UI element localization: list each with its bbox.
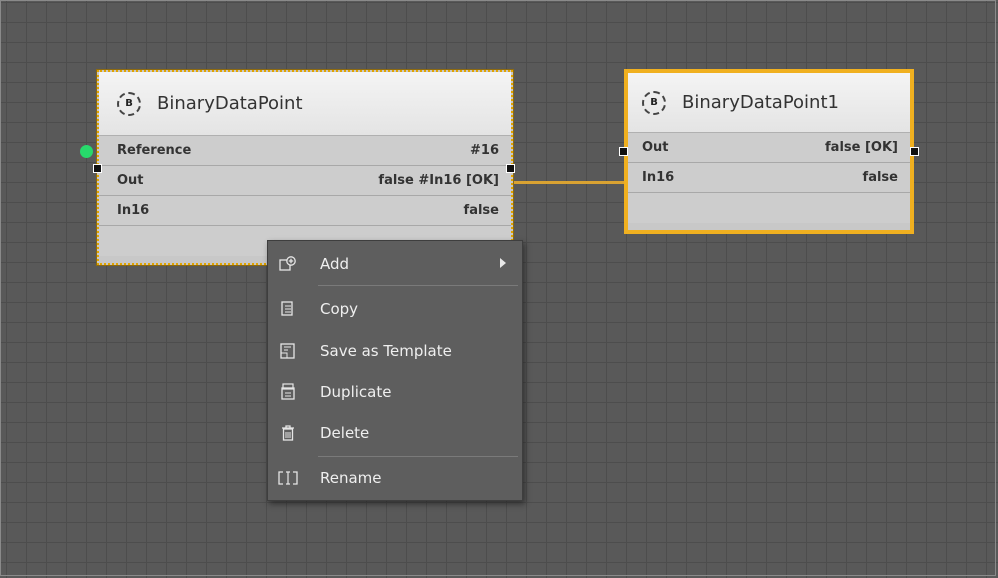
menu-separator <box>318 285 518 286</box>
row-out[interactable]: Out false [OK] <box>628 133 910 163</box>
menu-label: Rename <box>320 469 382 487</box>
menu-label: Duplicate <box>320 383 392 401</box>
row-value: #16 <box>470 143 499 158</box>
row-label: Out <box>642 140 669 155</box>
row-in16[interactable]: In16 false <box>628 163 910 193</box>
row-reference[interactable]: Reference #16 <box>99 136 511 166</box>
row-value: false #In16 [OK] <box>378 173 499 188</box>
node-binarydatapoint1[interactable]: B BinaryDataPoint1 Out false [OK] In16 f… <box>624 69 914 234</box>
row-in16[interactable]: In16 false <box>99 196 511 226</box>
node-title: BinaryDataPoint <box>157 93 303 114</box>
node-header[interactable]: B BinaryDataPoint <box>99 72 511 136</box>
menu-item-rename[interactable]: Rename <box>268 461 522 495</box>
menu-separator <box>318 456 518 457</box>
submenu-arrow-icon <box>500 258 506 268</box>
node-title: BinaryDataPoint1 <box>682 92 839 113</box>
row-label: Out <box>117 173 144 188</box>
node-header[interactable]: B BinaryDataPoint1 <box>628 73 910 133</box>
node-binarydatapoint[interactable]: B BinaryDataPoint Reference #16 Out fals… <box>96 69 514 266</box>
delete-icon <box>276 423 300 443</box>
add-icon <box>276 254 300 274</box>
row-out[interactable]: Out false #In16 [OK] <box>99 166 511 196</box>
rename-icon <box>276 468 300 488</box>
row-value: false [OK] <box>825 140 898 155</box>
input-port-out[interactable] <box>619 147 628 156</box>
row-value: false <box>862 170 898 185</box>
row-empty <box>628 193 910 223</box>
menu-item-copy[interactable]: Copy <box>268 292 522 326</box>
duplicate-icon <box>276 382 300 402</box>
save-template-icon <box>276 341 300 361</box>
output-port-reference[interactable] <box>506 164 515 173</box>
menu-item-duplicate[interactable]: Duplicate <box>268 375 522 409</box>
binary-datapoint-icon: B <box>117 91 141 116</box>
connection-wire[interactable] <box>513 181 624 184</box>
row-value: false <box>463 203 499 218</box>
menu-label: Add <box>320 255 350 273</box>
menu-label: Delete <box>320 424 370 442</box>
menu-item-add[interactable]: Add <box>268 247 522 281</box>
status-dot <box>80 145 93 158</box>
input-port-reference[interactable] <box>93 164 102 173</box>
row-label: Reference <box>117 143 192 158</box>
menu-item-save-as-template[interactable]: Save as Template <box>268 334 522 368</box>
output-port-out[interactable] <box>910 147 919 156</box>
menu-label: Copy <box>320 300 359 318</box>
menu-item-delete[interactable]: Delete <box>268 416 522 450</box>
row-label: In16 <box>642 170 675 185</box>
menu-label: Save as Template <box>320 342 452 360</box>
copy-icon <box>276 299 300 319</box>
context-menu: Add Copy Save as Template Duplicate Dele… <box>267 240 523 501</box>
binary-datapoint-icon: B <box>642 90 666 115</box>
row-label: In16 <box>117 203 150 218</box>
